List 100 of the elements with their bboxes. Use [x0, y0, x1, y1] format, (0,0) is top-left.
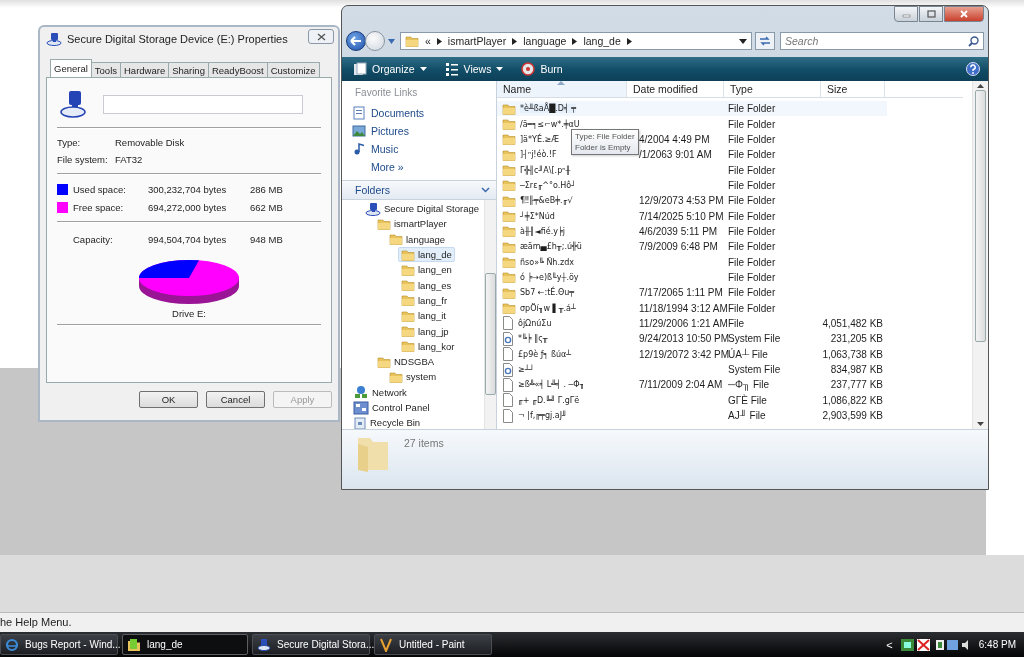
column-header[interactable]: Type: [724, 81, 821, 97]
file-name[interactable]: ≥ß╩«╡ L╩╡ . ─Φ╖: [518, 380, 585, 390]
taskbar-button[interactable]: Bugs Report - Wind...: [0, 634, 118, 655]
tree-item[interactable]: ismartPlayer: [374, 216, 450, 232]
type-text: GΓÈ File: [728, 394, 767, 406]
scrollbar[interactable]: [972, 81, 988, 429]
tree-item[interactable]: lang_es: [398, 277, 455, 293]
tree-item[interactable]: system: [386, 369, 440, 385]
taskbar-button[interactable]: Untitled - Paint: [374, 634, 492, 655]
chevron-right-icon[interactable]: [436, 37, 442, 45]
chevron-right-icon[interactable]: [626, 37, 632, 45]
scroll-up-icon[interactable]: [977, 84, 984, 88]
breadcrumb[interactable]: ismartPlayer: [447, 35, 507, 47]
tree-item[interactable]: lang_de: [398, 246, 455, 263]
folder-icon: [377, 217, 391, 230]
breadcrumb-overflow[interactable]: «: [425, 35, 431, 47]
search-icon[interactable]: [968, 36, 979, 47]
file-name[interactable]: ¶‼╟╤&eB╪.╓√: [520, 196, 573, 206]
chevron-right-icon[interactable]: [512, 37, 518, 45]
tree-item[interactable]: lang_fr: [398, 292, 451, 309]
back-arrow-icon: [350, 36, 362, 46]
help-icon[interactable]: [966, 62, 980, 76]
size-text: 237,777 KB: [830, 379, 883, 391]
file-name[interactable]: *è╨ßaÅ█.D╡ ╤: [520, 104, 577, 114]
file-name[interactable]: ≥┴┘: [518, 365, 535, 374]
file-name[interactable]: /ä═╕≤⌐w*.╪αU: [520, 119, 580, 129]
scroll-down-icon[interactable]: [977, 422, 984, 426]
dropdown-arrow-icon[interactable]: [739, 38, 747, 44]
tab[interactable]: General: [50, 59, 92, 77]
file-name[interactable]: ╓+ ╓D.╚╝ Γ.gΓë: [518, 395, 580, 405]
maximize-button[interactable]: [919, 6, 943, 22]
tab[interactable]: Sharing: [168, 62, 209, 77]
folder-icon: [502, 179, 516, 192]
tree-item[interactable]: Control Panel: [350, 399, 433, 416]
minimize-button[interactable]: [894, 6, 918, 22]
dialog-button[interactable]: OK: [139, 391, 198, 408]
toolbar-button[interactable]: Organize: [350, 59, 430, 79]
search-field[interactable]: Search: [780, 32, 984, 50]
file-name[interactable]: Γ╬╢c╜A\[.pⁿ╫: [520, 165, 571, 175]
tree-item[interactable]: lang_jp: [398, 323, 452, 339]
type-text: ─Φ╖ File: [728, 379, 770, 391]
favorite-link[interactable]: Pictures: [342, 122, 496, 140]
file-name[interactable]: æäm▄£h╥;.ú╬ü: [520, 242, 582, 252]
close-button[interactable]: [308, 29, 334, 44]
taskbar-button[interactable]: lang_de: [122, 634, 248, 655]
tree-item[interactable]: Recycle Bin: [350, 415, 424, 429]
size-text: 834,987 KB: [830, 364, 883, 375]
breadcrumb[interactable]: lang_de: [583, 35, 621, 47]
favorite-link[interactable]: Music: [342, 140, 496, 158]
column-header[interactable]: Date modified: [627, 81, 724, 97]
file-name[interactable]: ñso»╚ Ñh.zdx: [520, 257, 574, 267]
file-name[interactable]: σpÖí╖w ▌╥.á┴: [520, 303, 576, 313]
tab[interactable]: ReadyBoost: [207, 62, 268, 77]
file-name[interactable]: ─Σrε╓^°o.Hô┘: [520, 180, 577, 190]
tree-item[interactable]: language: [386, 231, 449, 247]
address-bar[interactable]: « ismartPlayer language lang_de: [400, 32, 752, 50]
file-name[interactable]: ]┤ⁿj!éò.!F: [520, 150, 557, 160]
favorite-link[interactable]: Documents: [342, 104, 496, 122]
file-name[interactable]: ┘╪Σ*Núd: [520, 211, 555, 221]
more-link[interactable]: More »: [342, 158, 496, 176]
tree-item[interactable]: Secure Digital Storage: [362, 201, 483, 217]
system-tray-drawing[interactable]: [934, 637, 971, 652]
file-name[interactable]: Sb7 ←:tÉ.Θu╤: [520, 288, 575, 298]
type-text: File Folder: [728, 271, 776, 283]
tree-item[interactable]: lang_en: [398, 262, 455, 278]
tree-item[interactable]: NDSGBA: [374, 353, 438, 370]
column-header[interactable]: Size: [821, 81, 885, 97]
chevron-right-icon[interactable]: [572, 37, 578, 45]
tab[interactable]: Customize: [266, 62, 320, 77]
tree-item[interactable]: lang_kor: [398, 338, 458, 354]
show-hidden-icons-button[interactable]: <: [882, 638, 897, 651]
file-name[interactable]: ôjΩnúΣu: [518, 319, 552, 328]
tray-icons-drawing[interactable]: [900, 637, 931, 652]
refresh-button[interactable]: [755, 32, 775, 50]
tree-item[interactable]: lang_it: [398, 308, 449, 324]
file-name[interactable]: ó ╞→e)ß╙y┼.öy: [520, 272, 579, 282]
file-name[interactable]: *╚╞ ‖ς╥: [518, 334, 548, 344]
toolbar-button[interactable]: Views: [441, 59, 507, 79]
folder-icon: [502, 302, 516, 315]
folders-header[interactable]: Folders: [342, 180, 496, 200]
file-name[interactable]: £p9è ƒ╕ ßúα┴: [518, 349, 572, 359]
clock[interactable]: 6:48 PM: [974, 639, 1024, 650]
tab[interactable]: Hardware: [120, 62, 170, 77]
file-name[interactable]: à╫╢◄fié.y╞j: [520, 226, 565, 236]
chevron-down-icon: [481, 187, 490, 193]
tree-item[interactable]: Network: [350, 384, 410, 400]
close-button[interactable]: [944, 6, 984, 22]
toolbar-button[interactable]: Burn: [518, 59, 566, 79]
breadcrumb[interactable]: language: [523, 35, 567, 47]
back-button[interactable]: [346, 31, 366, 51]
name-input-field[interactable]: [103, 94, 303, 114]
folder-icon: [401, 248, 415, 261]
music-note-icon: [352, 142, 366, 156]
file-name[interactable]: ]ä*YÉ.≥Æ: [520, 134, 559, 144]
scrollbar[interactable]: [484, 200, 496, 429]
dialog-button[interactable]: Cancel: [206, 391, 265, 408]
file-name[interactable]: ¬ |f,╔╤gj.aJ╜: [518, 411, 567, 421]
column-header[interactable]: Name: [497, 81, 627, 97]
item-count: 27 items: [404, 437, 444, 449]
field-value: FAT32: [115, 154, 143, 165]
